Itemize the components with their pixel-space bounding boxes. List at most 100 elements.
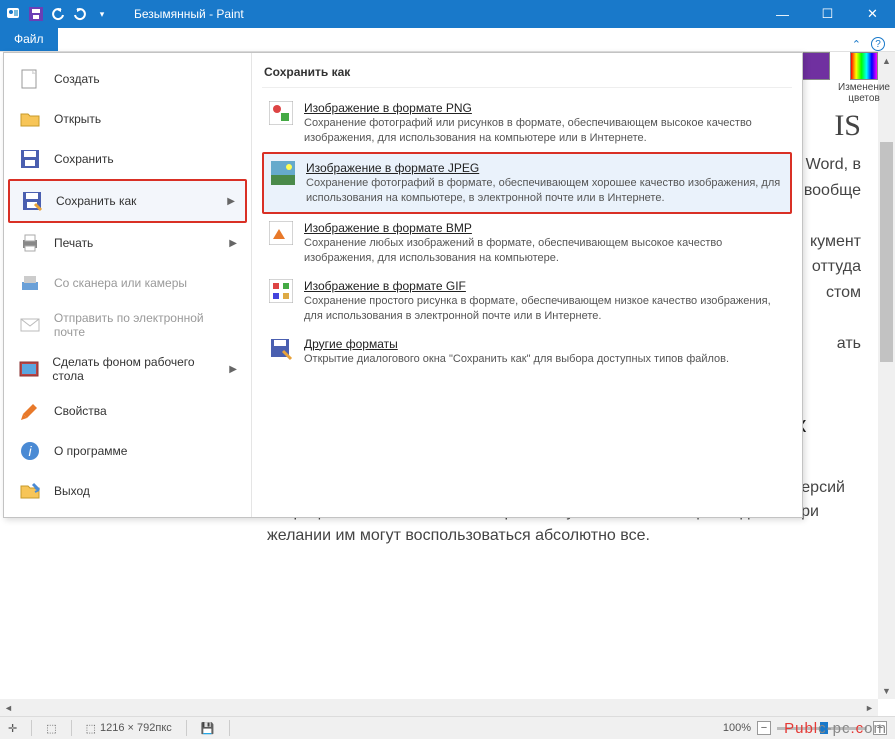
window-title: Безымянный - Paint [134,7,244,21]
doc-text-fragment: Word, в [806,156,861,173]
email-icon [18,313,42,337]
save-icon[interactable] [28,6,44,22]
minimize-button[interactable]: — [760,0,805,28]
scroll-right-icon[interactable]: ► [861,699,878,716]
format-option-0[interactable]: Изображение в формате PNGСохранение фото… [262,94,792,152]
zoom-level: 100% [723,722,751,734]
exit-icon [18,479,42,503]
quick-access-toolbar: ▾ [0,6,116,22]
colors-group: Изменение цветов [802,52,890,104]
menu-item-label: О программе [54,444,127,458]
redo-icon[interactable] [72,6,88,22]
format-icon [270,160,296,186]
window-controls: — ☐ ✕ [760,0,895,28]
new-icon [18,67,42,91]
disk-icon: 💾 [201,722,215,735]
vertical-scrollbar[interactable]: ▲ ▼ [878,52,895,699]
ribbon-collapse-icon[interactable]: ⌃ [852,38,861,51]
app-icon [6,6,22,22]
menu-item-wallpaper[interactable]: Сделать фоном рабочего стола ▶ [8,347,247,391]
menu-item-saveas[interactable]: Сохранить как ▶ [8,179,247,223]
doc-text-fragment: оттуда [812,258,861,275]
ribbon-help-icon[interactable]: ? [871,37,885,51]
maximize-button[interactable]: ☐ [805,0,850,28]
scroll-left-icon[interactable]: ◄ [0,699,17,716]
color-swatch-purple[interactable] [802,52,830,80]
format-icon [268,278,294,304]
undo-icon[interactable] [50,6,66,22]
menu-item-email: Отправить по электронной почте [8,303,247,347]
file-tab[interactable]: Файл [0,27,58,51]
props-icon [18,399,42,423]
scroll-down-icon[interactable]: ▼ [878,682,895,699]
menu-item-props[interactable]: Свойства [8,391,247,431]
watermark: Publc-pc.com [784,720,887,737]
menu-item-label: Сохранить как [56,194,136,208]
doc-text-fragment: кумент [810,233,861,250]
saveas-submenu: Сохранить как Изображение в формате PNGС… [252,53,802,517]
submenu-arrow-icon: ▶ [229,364,237,375]
ribbon-tab-row: Файл ⌃ ? [0,28,895,52]
doc-text-fragment: ать [837,335,861,352]
horizontal-scrollbar[interactable]: ◄ ► [0,699,878,716]
print-icon [18,231,42,255]
title-bar: ▾ Безымянный - Paint — ☐ ✕ [0,0,895,28]
format-desc: Сохранение простого рисунка в формате, о… [304,295,771,322]
scroll-thumb[interactable] [880,142,893,362]
format-icon [268,100,294,126]
file-size: 💾 [201,722,215,735]
selection-size: ⬚ [46,722,56,735]
format-option-4[interactable]: Другие форматыОткрытие диалогового окна … [262,330,792,373]
menu-item-about[interactable]: i О программе [8,431,247,471]
open-icon [18,107,42,131]
menu-item-label: Печать [54,236,93,250]
format-desc: Открытие диалогового окна "Сохранить как… [304,353,729,365]
menu-item-label: Сохранить [54,152,114,166]
dimensions-icon: ⬚ [86,722,96,735]
status-bar: ✛ ⬚ ⬚ 1216 × 792пкс 💾 100% − + [0,716,895,739]
qat-dropdown-icon[interactable]: ▾ [94,6,110,22]
menu-item-label: Со сканера или камеры [54,276,187,290]
about-icon: i [18,439,42,463]
format-title: Другие форматы [304,336,729,352]
submenu-arrow-icon: ▶ [229,238,237,249]
menu-item-label: Открыть [54,112,101,126]
canvas-dimensions: ⬚ 1216 × 792пкс [86,722,172,735]
menu-item-open[interactable]: Открыть [8,99,247,139]
submenu-title: Сохранить как [262,61,792,88]
format-option-1[interactable]: Изображение в формате JPEGСохранение фот… [262,152,792,214]
wallpaper-icon [18,357,40,381]
menu-item-label: Сделать фоном рабочего стола [52,355,217,383]
dimensions-text: 1216 × 792пкс [100,722,172,734]
zoom-out-button[interactable]: − [757,721,771,735]
menu-item-print[interactable]: Печать ▶ [8,223,247,263]
save-icon [18,147,42,171]
format-desc: Сохранение фотографий в формате, обеспеч… [306,177,780,204]
menu-item-label: Свойства [54,404,107,418]
doc-heading-fragment: IS [834,102,861,150]
crosshair-icon: ✛ [8,722,17,735]
format-icon [268,220,294,246]
format-desc: Сохранение любых изображений в формате, … [304,237,722,264]
format-title: Изображение в формате JPEG [306,160,784,176]
cursor-position: ✛ [8,722,17,735]
menu-item-label: Создать [54,72,100,86]
saveas-icon [20,189,44,213]
doc-text-fragment: вообще [804,182,861,199]
format-desc: Сохранение фотографий или рисунков в фор… [304,117,752,144]
menu-item-save[interactable]: Сохранить [8,139,247,179]
edit-colors-button[interactable] [850,52,878,80]
menu-item-new[interactable]: Создать [8,59,247,99]
format-option-3[interactable]: Изображение в формате GIFСохранение прос… [262,272,792,330]
menu-item-exit[interactable]: Выход [8,471,247,511]
scanner-icon [18,271,42,295]
edit-colors-label: Изменение цветов [838,82,890,104]
doc-text-fragment: стом [826,284,861,301]
selection-icon: ⬚ [46,722,56,735]
format-option-2[interactable]: Изображение в формате BMPСохранение любы… [262,214,792,272]
submenu-arrow-icon: ▶ [227,196,235,207]
format-icon [268,336,294,362]
file-menu-list: СоздатьОткрытьСохранитьСохранить как▶Печ… [4,53,252,517]
close-button[interactable]: ✕ [850,0,895,28]
file-menu: СоздатьОткрытьСохранитьСохранить как▶Печ… [3,52,803,518]
